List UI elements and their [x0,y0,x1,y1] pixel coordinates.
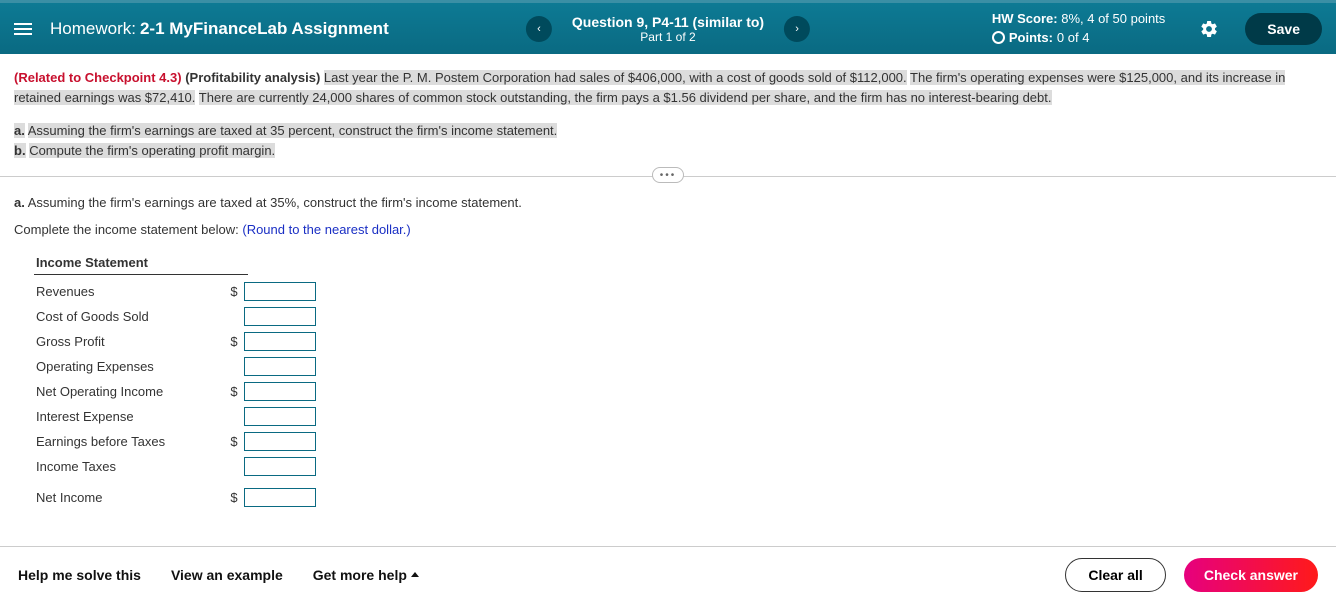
footer-bar: Help me solve this View an example Get m… [0,546,1336,602]
input-noi[interactable] [244,382,316,401]
input-taxes[interactable] [244,457,316,476]
complete-instruction: Complete the income statement below: [14,222,239,237]
part-a-label: a. [14,195,25,210]
input-opex[interactable] [244,357,316,376]
homework-label: Homework: [50,19,136,39]
row-taxes: Income Taxes [34,454,1322,479]
income-statement-title: Income Statement [34,251,248,275]
problem-text: (Related to Checkpoint 4.3) (Profitabili… [0,54,1336,160]
task-a-text: Assuming the firm's earnings are taxed a… [28,123,558,138]
menu-icon[interactable] [14,18,36,40]
work-area: a. Assuming the firm's earnings are taxe… [0,177,1336,525]
task-b-text: Compute the firm's operating profit marg… [29,143,275,158]
row-opex: Operating Expenses [34,354,1322,379]
homework-title: 2-1 MyFinanceLab Assignment [140,19,389,39]
row-noi: Net Operating Income$ [34,379,1322,404]
clear-all-button[interactable]: Clear all [1065,558,1165,592]
income-statement-table: Revenues$ Cost of Goods Sold Gross Profi… [34,279,1322,510]
task-b-label: b. [14,143,26,158]
settings-icon[interactable] [1195,15,1223,43]
problem-sentence-3: There are currently 24,000 shares of com… [199,90,1052,105]
input-net-income[interactable] [244,488,316,507]
top-header: Homework: 2-1 MyFinanceLab Assignment ‹ … [0,0,1336,54]
problem-sentence-1: Last year the P. M. Postem Corporation h… [324,70,907,85]
points-label: Points: [1009,29,1053,47]
question-title: Question 9, P4-11 (similar to) [572,14,764,30]
get-more-help-link[interactable]: Get more help [313,567,419,583]
input-revenues[interactable] [244,282,316,301]
rounding-hint: (Round to the nearest dollar.) [242,222,410,237]
input-gross-profit[interactable] [244,332,316,351]
check-answer-button[interactable]: Check answer [1184,558,1318,592]
row-revenues: Revenues$ [34,279,1322,304]
topic-tag: (Profitability analysis) [185,70,320,85]
hw-score-label: HW Score: [992,11,1058,26]
input-ebt[interactable] [244,432,316,451]
circle-icon [992,31,1005,44]
hw-score-value: 8%, 4 of 50 points [1061,11,1165,26]
input-interest[interactable] [244,407,316,426]
row-net-income: Net Income$ [34,485,1322,510]
score-area: HW Score: 8%, 4 of 50 points Points: 0 o… [992,10,1165,46]
points-value: 0 of 4 [1057,29,1090,47]
drag-handle-icon[interactable]: ••• [652,167,684,183]
next-question-button[interactable]: › [784,16,810,42]
row-gross-profit: Gross Profit$ [34,329,1322,354]
prev-question-button[interactable]: ‹ [526,16,552,42]
input-cogs[interactable] [244,307,316,326]
view-example-link[interactable]: View an example [171,567,283,583]
task-a-label: a. [14,123,25,138]
row-ebt: Earnings before Taxes$ [34,429,1322,454]
save-button[interactable]: Save [1245,13,1322,45]
row-cogs: Cost of Goods Sold [34,304,1322,329]
row-interest: Interest Expense [34,404,1322,429]
part-a-text: Assuming the firm's earnings are taxed a… [28,195,522,210]
caret-up-icon [411,572,419,577]
question-part: Part 1 of 2 [572,30,764,44]
help-solve-link[interactable]: Help me solve this [18,567,141,583]
checkpoint-tag: (Related to Checkpoint 4.3) [14,70,182,85]
question-nav: ‹ Question 9, P4-11 (similar to) Part 1 … [526,14,810,44]
